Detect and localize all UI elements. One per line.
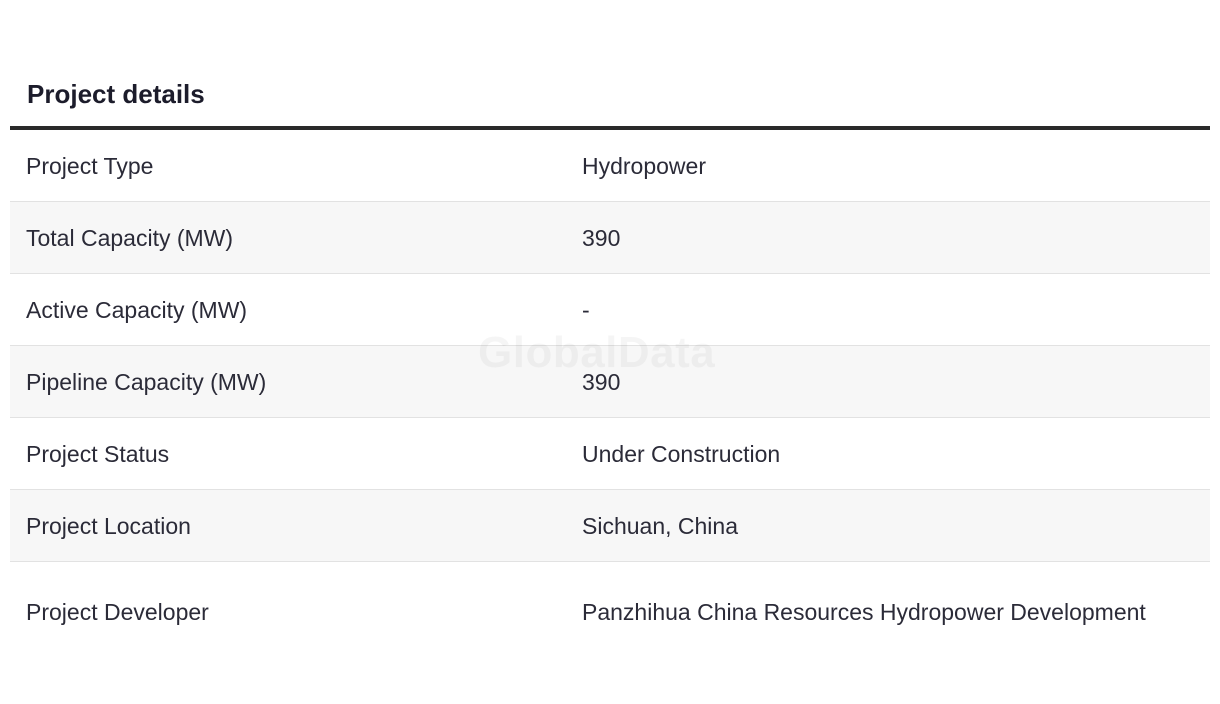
table-row: Active Capacity (MW) - (10, 274, 1210, 346)
row-value: Under Construction (582, 440, 781, 467)
row-value: 390 (582, 224, 621, 251)
row-value: - (582, 296, 590, 323)
row-label: Project Type (26, 152, 154, 179)
row-label: Pipeline Capacity (MW) (26, 368, 267, 395)
row-label: Total Capacity (MW) (26, 224, 234, 251)
table-row: Project Status Under Construction (10, 418, 1210, 490)
table-row: Project Location Sichuan, China (10, 489, 1210, 562)
row-label: Project Status (26, 440, 170, 467)
table-row: Project Type Hydropower (10, 130, 1210, 202)
row-value: 390 (582, 368, 621, 395)
table-row: Pipeline Capacity (MW) 390 (10, 345, 1210, 418)
row-value: Sichuan, China (582, 512, 738, 539)
row-label: Project Developer (26, 599, 209, 625)
section-title: Project details (27, 79, 205, 109)
row-value: Panzhihua China Resources Hydropower Dev… (582, 599, 1146, 625)
row-value: Hydropower (582, 152, 706, 179)
table-row: Total Capacity (MW) 390 (10, 201, 1210, 274)
row-label: Project Location (26, 512, 191, 539)
row-label: Active Capacity (MW) (26, 296, 248, 323)
project-details-table: Project Type Hydropower Total Capacity (… (10, 126, 1210, 662)
table-row: Project Developer Panzhihua China Resour… (10, 562, 1210, 663)
